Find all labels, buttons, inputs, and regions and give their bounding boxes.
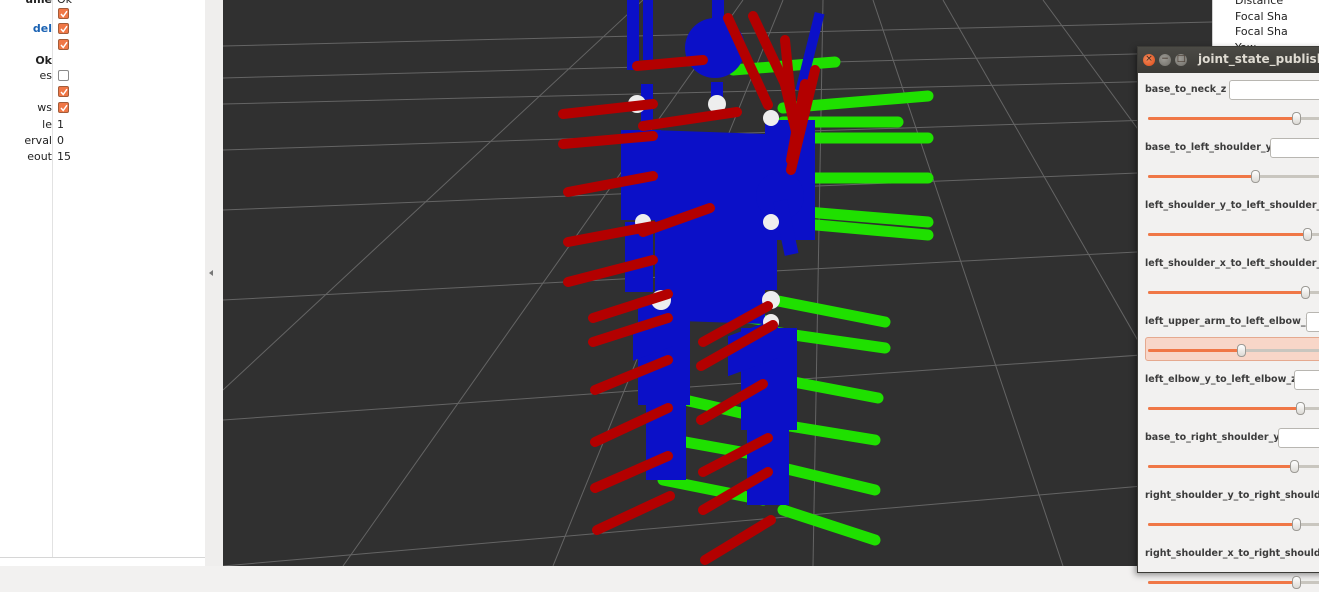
property-row[interactable] (0, 37, 205, 53)
checkbox-checked[interactable] (58, 23, 69, 34)
slider-handle[interactable] (1237, 344, 1246, 357)
joint-value-input[interactable] (1270, 138, 1319, 158)
slider-fill (1148, 581, 1296, 584)
joint-label: base_to_neck_z (1145, 84, 1227, 95)
3d-viewport[interactable] (223, 0, 1212, 566)
property-name: eout (27, 150, 52, 163)
window-titlebar[interactable]: × − □ joint_state_publishe (1138, 47, 1319, 73)
slider-fill (1148, 233, 1307, 236)
joint-slider[interactable] (1146, 576, 1319, 592)
joint-label: base_to_left_shoulder_y (1145, 142, 1272, 153)
joint-label: left_upper_arm_to_left_elbow_y (1145, 316, 1312, 327)
collapse-arrow-icon[interactable] (209, 270, 213, 276)
property-name: del (32, 22, 52, 35)
joint-slider[interactable] (1146, 402, 1319, 418)
slider-fill (1148, 117, 1296, 120)
checkbox-unchecked[interactable] (58, 70, 69, 81)
slider-handle[interactable] (1292, 112, 1301, 125)
robot-scene (223, 0, 1212, 566)
slider-handle[interactable] (1251, 170, 1260, 183)
slider-handle[interactable] (1296, 402, 1305, 415)
joint-label: base_to_right_shoulder_y (1145, 432, 1280, 443)
joint-slider[interactable] (1146, 170, 1319, 186)
joint-label: right_shoulder_x_to_right_shoulder_ (1145, 548, 1319, 559)
joint-slider[interactable] (1146, 286, 1319, 302)
joint-value-input[interactable] (1306, 312, 1319, 332)
joint-value-input[interactable] (1229, 80, 1319, 100)
slider-fill (1148, 291, 1305, 294)
slider-fill (1148, 523, 1296, 526)
maximize-icon[interactable]: □ (1175, 54, 1187, 66)
checkbox-checked[interactable] (58, 86, 69, 97)
close-icon[interactable]: × (1143, 54, 1155, 66)
joint-slider[interactable] (1146, 228, 1319, 244)
views-property[interactable]: Focal Sha (1235, 24, 1288, 39)
property-name: Ok (35, 54, 52, 67)
window-title: joint_state_publishe (1198, 52, 1319, 66)
property-row[interactable]: Ok (0, 53, 205, 69)
property-name: es (39, 69, 53, 82)
property-row[interactable] (0, 6, 205, 22)
joint-slider[interactable] (1146, 112, 1319, 128)
property-value: 15 (57, 150, 71, 163)
property-row[interactable] (0, 84, 205, 100)
property-row[interactable]: le 1 (0, 117, 205, 133)
property-row[interactable]: erval 0 (0, 133, 205, 149)
property-row[interactable]: ws (0, 100, 205, 116)
property-row[interactable]: del (0, 21, 205, 37)
checkbox-checked[interactable] (58, 102, 69, 113)
checkbox-checked[interactable] (58, 8, 69, 19)
slider-handle[interactable] (1292, 576, 1301, 589)
joint-label: left_shoulder_y_to_left_shoulder_x (1145, 200, 1319, 211)
joint-slider[interactable] (1145, 337, 1319, 361)
slider-handle[interactable] (1303, 228, 1312, 241)
joint-state-publisher-window[interactable]: × − □ joint_state_publishe base_to_neck_… (1137, 46, 1319, 589)
robot-links (621, 0, 825, 505)
slider-fill (1148, 349, 1241, 352)
property-row[interactable]: eout 15 (0, 149, 205, 165)
joint-slider[interactable] (1146, 460, 1319, 476)
displays-properties-panel: ume Ok del Ok es ws le 1 erval 0 eout 15 (0, 0, 206, 566)
views-property[interactable]: Focal Sha (1235, 9, 1288, 24)
slider-fill (1148, 175, 1255, 178)
views-property[interactable]: Distance (1235, 0, 1283, 8)
panel-splitter[interactable] (205, 0, 223, 566)
checkbox-checked[interactable] (58, 39, 69, 50)
property-name: erval (24, 134, 52, 147)
joint-slider[interactable] (1146, 518, 1319, 534)
property-name: le (42, 118, 52, 131)
joint-value-input[interactable] (1278, 428, 1319, 448)
joint-value-input[interactable] (1294, 370, 1319, 390)
panel-bottom-divider (0, 557, 205, 558)
slider-fill (1148, 407, 1300, 410)
minimize-icon[interactable]: − (1159, 54, 1171, 66)
property-value: 1 (57, 118, 64, 131)
slider-handle[interactable] (1292, 518, 1301, 531)
property-value: 0 (57, 134, 64, 147)
property-name: ws (37, 101, 52, 114)
slider-handle[interactable] (1301, 286, 1310, 299)
property-row[interactable]: es (0, 68, 205, 84)
slider-fill (1148, 465, 1294, 468)
joint-label: right_shoulder_y_to_right_shoulder_ (1145, 490, 1319, 501)
slider-handle[interactable] (1290, 460, 1299, 473)
joint-label: left_shoulder_x_to_left_shoulder_z (1145, 258, 1319, 269)
joint-label: left_elbow_y_to_left_elbow_z (1145, 374, 1297, 385)
